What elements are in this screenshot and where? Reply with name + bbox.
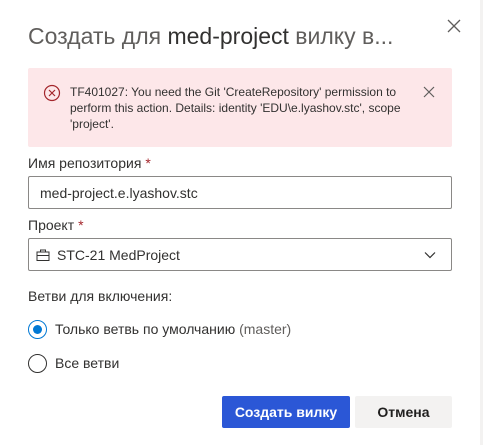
repo-name-input[interactable] [28,176,452,209]
chevron-down-icon [424,252,436,259]
required-mark: * [145,155,151,171]
radio-option-hint: (master) [239,321,292,337]
dialog-title: Создать для med-project вилку в... [28,20,393,52]
dismiss-error-button[interactable] [422,85,436,99]
cancel-button[interactable]: Отмена [355,396,452,428]
radio-all-branches-label: Все ветви [55,355,120,371]
title-prefix: Создать для [28,23,168,49]
radio-default-branch-label: Только ветвь по умолчанию (master) [55,320,291,338]
radio-all-branches[interactable]: Все ветви [28,353,119,373]
radio-option-text: Только ветвь по умолчанию [55,321,236,337]
project-selected-value: STC-21 MedProject [57,247,180,263]
fork-dialog: Создать для med-project вилку в... TF401… [0,0,483,445]
error-message-bar: TF401027: You need the Git 'CreateReposi… [28,68,452,147]
error-message-text: TF401027: You need the Git 'CreateReposi… [70,85,401,131]
branches-label: Ветви для включения: [28,288,173,304]
title-project-name: med-project [167,23,289,49]
repo-name-label-text: Имя репозитория [28,155,142,171]
error-circle-icon [43,84,61,102]
radio-default-branch[interactable]: Только ветвь по умолчанию (master) [28,319,291,339]
project-label-text: Проект [28,217,75,233]
required-mark: * [78,217,84,233]
radio-button-checked[interactable] [28,319,47,339]
dismiss-icon [423,86,435,98]
title-suffix: вилку в... [288,23,394,49]
radio-button[interactable] [28,353,47,373]
close-icon [447,19,461,33]
create-fork-button[interactable]: Создать вилку [222,396,350,428]
project-briefcase-icon [36,249,50,261]
close-button[interactable] [445,17,463,35]
project-dropdown[interactable]: STC-21 MedProject [28,238,452,271]
project-label: Проект * [28,216,84,234]
repo-name-label: Имя репозитория * [28,154,151,172]
